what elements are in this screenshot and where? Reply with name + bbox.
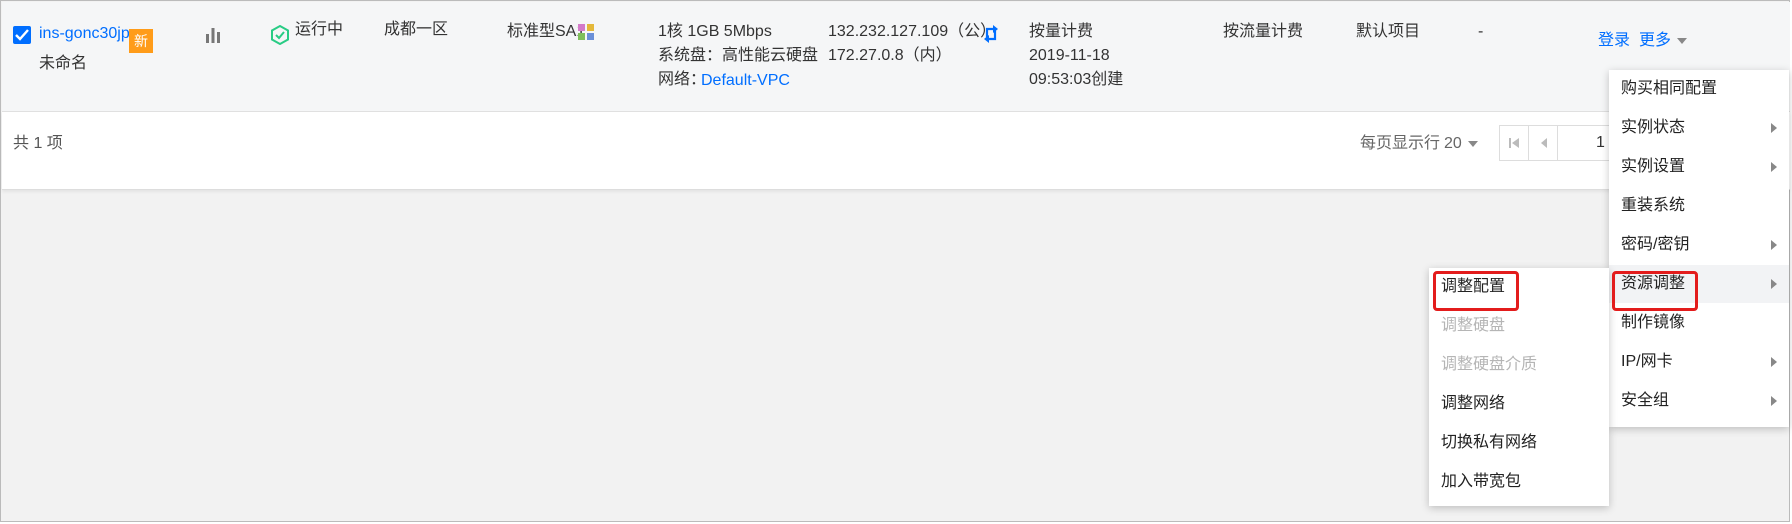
billing-mode: 按量计费	[1029, 23, 1094, 40]
first-page-icon	[1509, 138, 1519, 148]
menu-item-ip-nic[interactable]: IP/网卡	[1609, 343, 1789, 381]
submenu-item-switch-vpc[interactable]: 切换私有网络	[1429, 424, 1609, 462]
created-time: 09:53:03创建	[1029, 71, 1124, 88]
menu-item-buy-same[interactable]: 购买相同配置	[1609, 70, 1789, 108]
empty-value: -	[1478, 23, 1484, 40]
chevron-right-icon	[1771, 357, 1777, 367]
network-label: 网络：	[658, 71, 707, 88]
per-page-select[interactable]: 20	[1444, 133, 1478, 155]
chevron-right-icon	[1771, 279, 1777, 289]
highlight-box-adjust-config	[1433, 271, 1519, 311]
console-frame: ins-gonc30jp 新 未命名 运行中 成都一区 标准型SA1 1核 1G…	[0, 0, 1790, 522]
submenu-item-label: 调整硬盘介质	[1441, 356, 1538, 373]
submenu-item-adjust-disk-media: 调整硬盘介质	[1429, 346, 1609, 384]
submenu-item-label: 调整硬盘	[1441, 317, 1506, 334]
menu-item-reinstall[interactable]: 重装系统	[1609, 187, 1789, 225]
new-badge: 新	[129, 29, 153, 53]
menu-item-label: 实例状态	[1621, 119, 1686, 136]
ip-switch-icon[interactable]	[983, 25, 999, 43]
submenu-item-label: 切换私有网络	[1441, 434, 1538, 451]
more-dropdown[interactable]: 更多	[1639, 30, 1688, 52]
instance-id-link[interactable]: ins-gonc30jp	[39, 23, 130, 45]
running-status-icon	[271, 25, 289, 45]
submenu-item-label: 调整网络	[1441, 395, 1506, 412]
menu-item-label: 安全组	[1621, 392, 1670, 409]
status-text: 运行中	[295, 21, 344, 38]
menu-item-label: 制作镜像	[1621, 314, 1686, 331]
total-count: 共 1 项	[13, 135, 63, 152]
menu-item-label: 实例设置	[1621, 158, 1686, 175]
project-name: 默认项目	[1356, 23, 1421, 40]
config-line2: 系统盘：高性能云硬盘	[658, 47, 819, 64]
config-line1: 1核 1GB 5Mbps	[658, 23, 772, 40]
per-page-value: 20	[1444, 135, 1462, 152]
menu-item-label: IP/网卡	[1621, 353, 1673, 370]
login-link[interactable]: 登录	[1598, 30, 1630, 52]
row-checkbox[interactable]	[13, 26, 31, 44]
submenu-item-label: 加入带宽包	[1441, 473, 1522, 490]
submenu-item-adjust-network[interactable]: 调整网络	[1429, 385, 1609, 423]
page-number-value: 1	[1596, 134, 1605, 151]
menu-item-security-group[interactable]: 安全组	[1609, 382, 1789, 420]
chevron-right-icon	[1771, 240, 1777, 250]
sa1-amd-icon	[578, 24, 594, 40]
prev-page-button[interactable]	[1528, 125, 1558, 161]
monitor-chart-icon[interactable]	[204, 26, 222, 44]
more-label: 更多	[1639, 32, 1672, 49]
menu-item-label: 密码/密钥	[1621, 236, 1690, 253]
menu-item-instance-settings[interactable]: 实例设置	[1609, 148, 1789, 186]
ip-public: 132.232.127.109（公）	[828, 23, 997, 40]
more-dropdown-menu: 购买相同配置 实例状态 实例设置 重装系统 密码/密钥 资源调整 制作镜像 IP…	[1609, 70, 1789, 427]
first-page-button[interactable]	[1499, 125, 1529, 161]
menu-item-label: 重装系统	[1621, 197, 1686, 214]
prev-page-icon	[1541, 138, 1547, 148]
created-date: 2019-11-18	[1029, 47, 1110, 64]
instance-type: 标准型SA1	[507, 23, 586, 40]
submenu-item-join-bandwidth-pack[interactable]: 加入带宽包	[1429, 463, 1609, 501]
highlight-box-resource-adjust	[1612, 271, 1698, 311]
net-billing: 按流量计费	[1223, 23, 1304, 40]
menu-item-label: 购买相同配置	[1621, 80, 1718, 97]
check-icon	[15, 29, 29, 41]
menu-item-password-key[interactable]: 密码/密钥	[1609, 226, 1789, 264]
chevron-down-icon	[1677, 37, 1688, 44]
menu-item-instance-state[interactable]: 实例状态	[1609, 109, 1789, 147]
network-vpc-link[interactable]: Default-VPC	[701, 70, 790, 92]
ip-private: 172.27.0.8（内）	[828, 47, 952, 64]
submenu-item-adjust-disk: 调整硬盘	[1429, 307, 1609, 345]
chevron-right-icon	[1771, 123, 1777, 133]
chevron-down-icon	[1467, 140, 1478, 147]
zone-text: 成都一区	[384, 21, 449, 38]
per-page-label: 每页显示行	[1360, 135, 1441, 152]
chevron-right-icon	[1771, 162, 1777, 172]
chevron-right-icon	[1771, 396, 1777, 406]
instance-name: 未命名	[39, 55, 88, 72]
instance-row: ins-gonc30jp 新 未命名 运行中 成都一区 标准型SA1 1核 1G…	[2, 2, 1790, 112]
page-number-input[interactable]: 1	[1557, 125, 1613, 161]
